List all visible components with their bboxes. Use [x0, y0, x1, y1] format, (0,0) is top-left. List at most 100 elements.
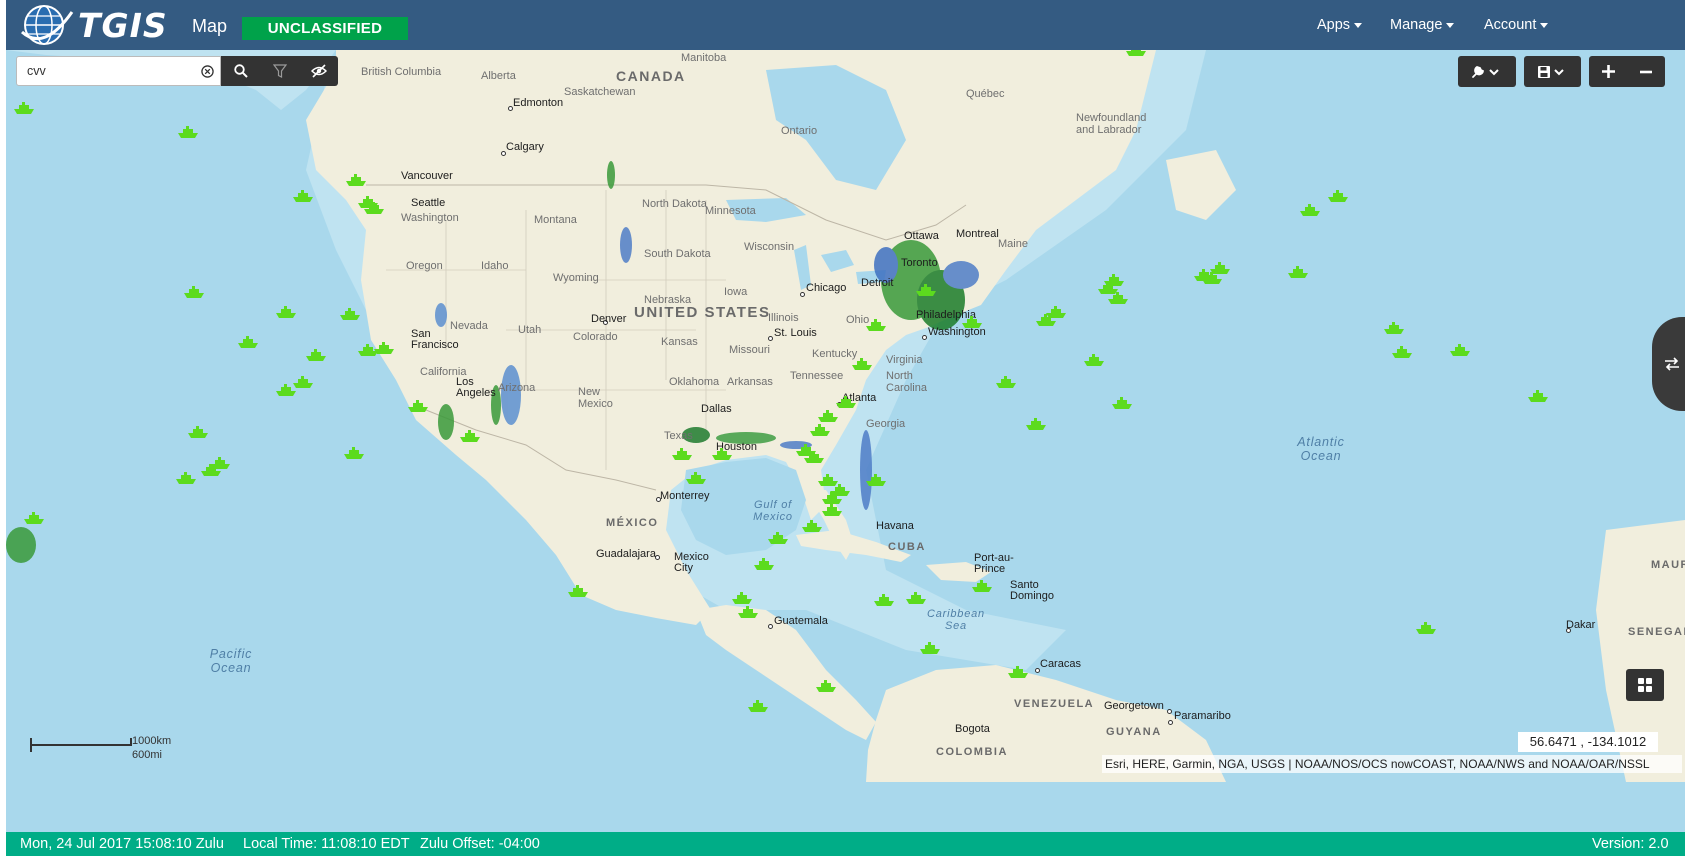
side-panel-toggle[interactable] [1652, 317, 1685, 411]
map-canvas[interactable]: CANADA UNITED STATES MÉXICO CUBA VENEZUE… [6, 50, 1685, 832]
save-button[interactable] [1524, 56, 1581, 87]
ship-icon[interactable] [738, 606, 758, 618]
city-label: Chicago [806, 282, 847, 294]
ship-icon[interactable] [14, 102, 34, 114]
ship-icon[interactable] [672, 448, 692, 460]
ship-icon[interactable] [344, 447, 364, 459]
ship-icon[interactable] [754, 558, 774, 570]
hide-button[interactable] [299, 56, 338, 86]
ship-icon[interactable] [1112, 397, 1132, 409]
save-dropdown[interactable] [1524, 56, 1581, 87]
account-menu-label: Account [1484, 17, 1537, 33]
ship-icon[interactable] [916, 284, 936, 296]
ship-icon[interactable] [996, 376, 1016, 388]
region-label: Oklahoma [669, 376, 720, 388]
region-label: Maine [998, 238, 1028, 250]
city-label: Guatemala [774, 615, 828, 627]
manage-menu[interactable]: Manage [1390, 17, 1455, 33]
ship-icon[interactable] [962, 316, 982, 328]
ship-icon[interactable] [306, 349, 326, 361]
ship-icon[interactable] [293, 376, 313, 388]
ship-icon[interactable] [340, 308, 360, 320]
ship-icon[interactable] [810, 424, 830, 436]
city-label: Mexico City [674, 551, 709, 574]
ship-icon[interactable] [201, 464, 221, 476]
city-label: Port-au-Prince [974, 552, 1014, 575]
ship-icon[interactable] [364, 202, 384, 214]
ship-icon[interactable] [1300, 204, 1320, 216]
ship-icon[interactable] [1528, 390, 1548, 402]
city-label: Paramaribo [1174, 710, 1231, 722]
filter-button[interactable] [260, 56, 299, 86]
ship-icon[interactable] [802, 520, 822, 532]
ship-icon[interactable] [818, 474, 838, 486]
city-label: Georgetown [1104, 700, 1164, 712]
ship-icon[interactable] [293, 190, 313, 202]
ship-icon[interactable] [1108, 292, 1128, 304]
ship-icon[interactable] [1046, 306, 1066, 318]
ship-icon[interactable] [1288, 266, 1308, 278]
ship-icon[interactable] [1008, 666, 1028, 678]
ship-icon[interactable] [1026, 418, 1046, 430]
ship-icon[interactable] [732, 592, 752, 604]
region-label: South Dakota [644, 248, 711, 260]
ship-icon[interactable] [768, 532, 788, 544]
status-bar: Mon, 24 Jul 2017 15:08:10 Zulu Local Tim… [6, 832, 1685, 856]
ship-icon[interactable] [346, 174, 366, 186]
region-label: Newfoundland and Labrador [1076, 112, 1147, 136]
ship-icon[interactable] [866, 319, 886, 331]
ship-icon[interactable] [460, 430, 480, 442]
ship-icon[interactable] [1416, 622, 1436, 634]
ship-icon[interactable] [1328, 190, 1348, 202]
region-label: Wisconsin [744, 241, 795, 253]
ship-icon[interactable] [920, 642, 940, 654]
ship-icon[interactable] [408, 400, 428, 412]
ship-icon[interactable] [836, 396, 856, 408]
ship-icon[interactable] [188, 426, 208, 438]
clear-icon[interactable] [201, 65, 214, 78]
account-menu[interactable]: Account [1484, 17, 1549, 33]
ship-icon[interactable] [24, 512, 44, 524]
ship-icon[interactable] [816, 680, 836, 692]
ship-icon[interactable] [972, 580, 992, 592]
ship-icon[interactable] [176, 472, 196, 484]
ship-icon[interactable] [1210, 262, 1230, 274]
region-label: Texas [664, 430, 693, 442]
ship-icon[interactable] [276, 384, 296, 396]
ship-icon[interactable] [1104, 274, 1124, 286]
zoom-in-button[interactable] [1589, 56, 1627, 87]
ship-icon[interactable] [874, 594, 894, 606]
ship-icon[interactable] [818, 410, 838, 422]
ship-icon[interactable] [178, 126, 198, 138]
ship-icon[interactable] [568, 585, 588, 597]
region-label: Iowa [724, 286, 748, 298]
ship-icon[interactable] [1084, 354, 1104, 366]
ship-icon[interactable] [748, 700, 768, 712]
zoom-out-button[interactable] [1627, 56, 1665, 87]
ship-icon[interactable] [906, 592, 926, 604]
city-label: Monterrey [660, 490, 710, 502]
basemap-gallery-button[interactable] [1626, 669, 1664, 701]
water-label: Gulf of Mexico [753, 499, 793, 523]
ship-icon[interactable] [1450, 344, 1470, 356]
ship-icon[interactable] [822, 504, 842, 516]
ship-icon[interactable] [1126, 50, 1146, 56]
ship-icon[interactable] [1384, 322, 1404, 334]
ship-icon[interactable] [374, 342, 394, 354]
search-button[interactable] [221, 56, 260, 86]
ship-icon[interactable] [852, 358, 872, 370]
app-logo[interactable]: TGIS [20, 2, 170, 48]
ship-icon[interactable] [1392, 346, 1412, 358]
ship-icon[interactable] [712, 448, 732, 460]
ship-icon[interactable] [686, 472, 706, 484]
tools-dropdown[interactable] [1458, 56, 1516, 87]
search-input[interactable] [27, 58, 187, 84]
ship-icon[interactable] [276, 306, 296, 318]
apps-menu[interactable]: Apps [1317, 17, 1363, 33]
ship-icon[interactable] [796, 444, 816, 456]
ship-icon[interactable] [184, 286, 204, 298]
tools-button[interactable] [1458, 56, 1516, 87]
ship-icon[interactable] [238, 336, 258, 348]
city-label: Havana [876, 520, 914, 532]
ship-icon[interactable] [866, 474, 886, 486]
